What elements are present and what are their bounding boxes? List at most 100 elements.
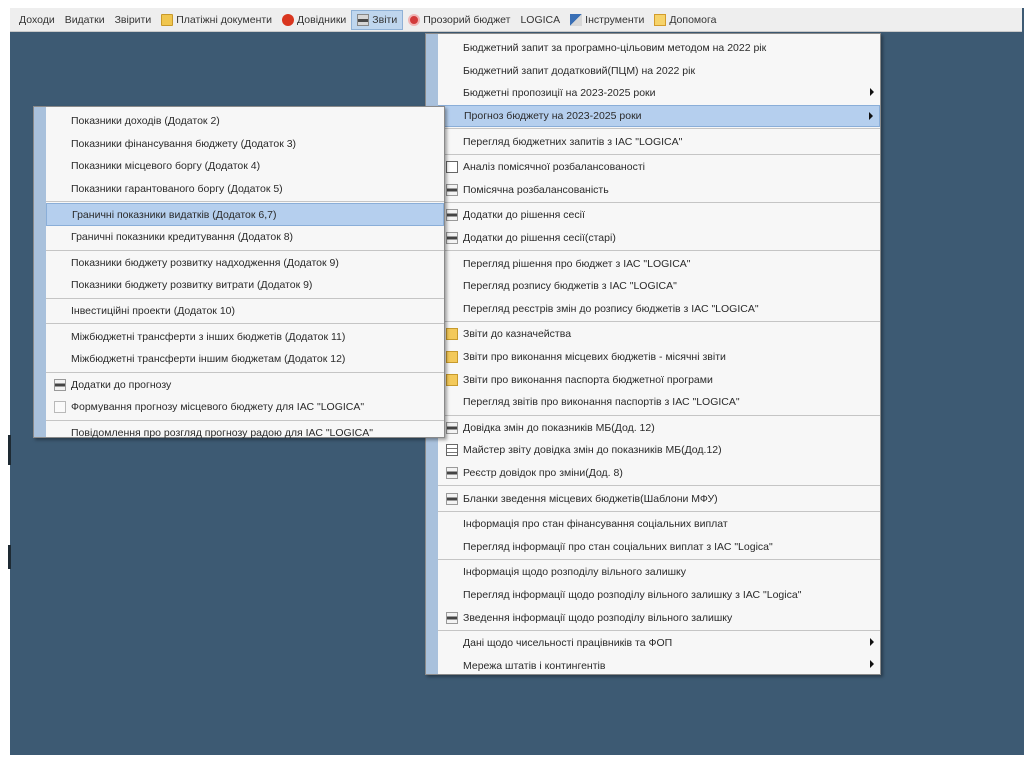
menu-item-icon-placeholder (54, 115, 66, 127)
report-icon (446, 183, 458, 196)
reports-menu-item[interactable]: Додатки до рішення сесії(старі) (438, 227, 880, 250)
budget-icon (408, 13, 421, 26)
reports-menu-item[interactable]: Інформація про стан фінансування соціаль… (438, 513, 880, 536)
forecast-submenu-item[interactable]: Показники бюджету розвитку надходження (… (46, 252, 444, 275)
menu-side-band (34, 107, 46, 437)
reports-menu-item[interactable]: Реєстр довідок про зміни(Дод. 8) (438, 462, 880, 485)
reports-menu-item[interactable]: Помісячна розбалансованість (438, 179, 880, 202)
forecast-submenu-item[interactable]: Показники місцевого боргу (Додаток 4) (46, 155, 444, 178)
forecast-submenu-item[interactable]: Формування прогнозу місцевого бюджету дл… (46, 396, 444, 419)
menu-item-label: Перегляд бюджетних запитів з ІАС "LOGICA… (463, 135, 683, 148)
menu-item-icon-placeholder (446, 637, 458, 649)
reports-menu-item[interactable]: Бюджетні пропозиції на 2023-2025 роки (438, 82, 880, 105)
reports-menu-item[interactable]: Інформація щодо розподілу вільного залиш… (438, 561, 880, 584)
menubar-item-label: Видатки (64, 13, 105, 26)
reports-menu-item[interactable]: Прогноз бюджету на 2023-2025 роки (438, 104, 880, 128)
menu-item-icon-placeholder (446, 518, 458, 530)
menu-item-icon-placeholder (446, 660, 458, 672)
menubar-item[interactable]: Платіжні документи (156, 10, 277, 30)
menubar-item[interactable]: Звірити (110, 10, 157, 30)
forecast-submenu-item[interactable]: Граничні показники видатків (Додаток 6,7… (46, 203, 444, 226)
menu-item-label: Перегляд розпису бюджетів з ІАС "LOGICA" (463, 280, 677, 293)
forecast-submenu-item[interactable]: Інвестиційні проекти (Додаток 10) (46, 300, 444, 323)
forecast-submenu-item[interactable]: Додатки до прогнозу (46, 374, 444, 397)
menubar-item[interactable]: Довідники (277, 10, 351, 30)
reports-menu-item[interactable]: Мережа штатів і контингентів (438, 654, 880, 677)
reports-menu-item[interactable]: Перегляд бюджетних запитів з ІАС "LOGICA… (438, 130, 880, 153)
reports-menu-item[interactable]: Перегляд звітів про виконання паспортів … (438, 391, 880, 414)
menubar-item-label: Допомога (669, 13, 717, 26)
reports-menu-item[interactable]: Перегляд рішення про бюджет з ІАС "LOGIC… (438, 252, 880, 275)
menu-item-label: Перегляд інформації щодо розподілу вільн… (463, 588, 802, 601)
reports-menu-item[interactable]: Бюджетний запит додатковий(ПЦМ) на 2022 … (438, 60, 880, 83)
menubar-item[interactable]: Прозорий бюджет (403, 10, 515, 30)
menu-separator (46, 371, 444, 373)
menu-item-icon-placeholder (446, 396, 458, 408)
forecast-submenu-item[interactable]: Показники бюджету розвитку витрати (Дода… (46, 274, 444, 297)
menu-item-icon-placeholder (55, 209, 67, 221)
menu-item-icon-placeholder (54, 160, 66, 172)
menu-item-label: Показники гарантованого боргу (Додаток 5… (71, 183, 283, 196)
reports-menu-item[interactable]: Дані щодо чисельності працівників та ФОП (438, 632, 880, 655)
menubar-item[interactable]: Звіти (351, 9, 404, 30)
menu-item-icon-placeholder (446, 541, 458, 553)
menu-item-label: Міжбюджетні трансферти іншим бюджетам (Д… (71, 353, 346, 366)
reports-menu-item[interactable]: Перегляд реєстрів змін до розпису бюджет… (438, 298, 880, 321)
menu-item-icon-placeholder (446, 65, 458, 77)
menu-item-label: Формування прогнозу місцевого бюджету дл… (71, 401, 365, 414)
menu-item-label: Дані щодо чисельності працівників та ФОП (463, 637, 673, 650)
menubar-item-label: Прозорий бюджет (423, 13, 511, 26)
report-icon (446, 611, 458, 624)
tools-icon (570, 13, 583, 26)
reports-menu-item[interactable]: Довідка змін до показників МБ(Дод. 12) (438, 417, 880, 440)
menu-separator (46, 323, 444, 325)
menu-item-label: Помісячна розбалансованість (463, 183, 609, 196)
menubar-item-label: Звіти (372, 13, 398, 26)
reports-menu-item[interactable]: Зведення інформації щодо розподілу вільн… (438, 606, 880, 629)
window-frame-left (0, 0, 10, 761)
menu-separator (438, 629, 880, 631)
menu-item-label: Перегляд рішення про бюджет з ІАС "LOGIC… (463, 257, 691, 270)
forecast-submenu-item[interactable]: Показники доходів (Додаток 2) (46, 110, 444, 133)
reports-menu-item[interactable]: Перегляд інформації про стан соціальних … (438, 535, 880, 558)
forecast-submenu-item[interactable]: Показники гарантованого боргу (Додаток 5… (46, 178, 444, 201)
menu-item-label: Прогноз бюджету на 2023-2025 роки (464, 110, 642, 123)
menubar-item[interactable]: Видатки (60, 10, 110, 30)
folder-icon (161, 13, 174, 26)
reports-menu-item[interactable]: Перегляд розпису бюджетів з ІАС "LOGICA" (438, 275, 880, 298)
reports-menu-item[interactable]: Аналіз помісячної розбалансованості (438, 156, 880, 179)
menu-item-label: Звіти до казначейства (463, 328, 572, 341)
reports-menu-item[interactable]: Звіти про виконання паспорта бюджетної п… (438, 368, 880, 391)
menu-separator (438, 321, 880, 323)
forecast-submenu-item[interactable]: Показники фінансування бюджету (Додаток … (46, 133, 444, 156)
menu-item-label: Мережа штатів і контингентів (463, 659, 606, 672)
menubar-item[interactable]: LOGICA (515, 10, 565, 30)
menu-item-icon-placeholder (446, 87, 458, 99)
forecast-submenu-item[interactable]: Міжбюджетні трансферти іншим бюджетам (Д… (46, 348, 444, 371)
menu-item-label: Показники доходів (Додаток 2) (71, 115, 220, 128)
menu-item-label: Показники місцевого боргу (Додаток 4) (71, 160, 261, 173)
forecast-submenu-item[interactable]: Міжбюджетні трансферти з інших бюджетів … (46, 325, 444, 348)
reports-menu-item[interactable]: Бланки зведення місцевих бюджетів(Шаблон… (438, 487, 880, 510)
menu-item-label: Бюджетний запит додатковий(ПЦМ) на 2022 … (463, 64, 696, 77)
reports-menu-item[interactable]: Звіти про виконання місцевих бюджетів - … (438, 346, 880, 369)
reports-menu-item[interactable]: Перегляд інформації щодо розподілу вільн… (438, 584, 880, 607)
reports-menu-item[interactable]: Додатки до рішення сесії (438, 204, 880, 227)
menu-item-label: Зведення інформації щодо розподілу вільн… (463, 611, 733, 624)
reports-menu-item[interactable]: Бюджетний запит за програмно-цільовим ме… (438, 37, 880, 60)
menu-item-label: Показники бюджету розвитку витрати (Дода… (71, 279, 313, 292)
menubar-item[interactable]: Допомога (649, 10, 721, 30)
window-edge-marker (8, 545, 11, 569)
menu-separator (46, 419, 444, 421)
folder-icon (446, 373, 458, 386)
menubar-item[interactable]: Доходи (14, 10, 60, 30)
reports-menu-item[interactable]: Майстер звіту довідка змін до показників… (438, 439, 880, 462)
reports-menu-item[interactable]: Звіти до казначейства (438, 323, 880, 346)
forecast-submenu-item[interactable]: Повідомлення про розгляд прогнозу радою … (46, 422, 444, 445)
forecast-submenu-item[interactable]: Граничні показники кредитування (Додаток… (46, 226, 444, 249)
menu-item-icon-placeholder (54, 183, 66, 195)
menu-separator (438, 485, 880, 487)
reports-dropdown-menu: Бюджетний запит за програмно-цільовим ме… (425, 33, 881, 675)
menubar-item[interactable]: Інструменти (565, 10, 649, 30)
menu-item-label: Додатки до рішення сесії(старі) (463, 232, 616, 245)
